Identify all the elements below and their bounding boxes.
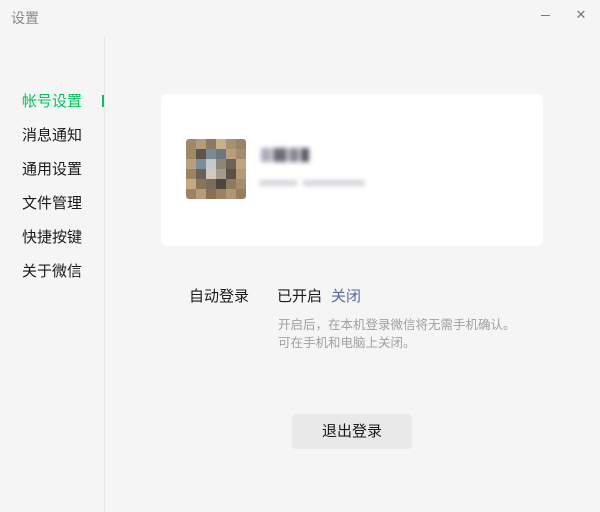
- description-line-2: 可在手机和电脑上关闭。: [278, 335, 416, 350]
- auto-login-description: 开启后，在本机登录微信将无需手机确认。 可在手机和电脑上关闭。: [278, 316, 578, 352]
- sidebar-item-file-management[interactable]: 文件管理: [22, 191, 102, 215]
- title-bar: 设置 ✕: [0, 0, 600, 36]
- sidebar-item-account-settings[interactable]: 帐号设置: [22, 89, 102, 113]
- sidebar-item-about[interactable]: 关于微信: [22, 259, 102, 283]
- sidebar-item-general-settings[interactable]: 通用设置: [22, 157, 102, 181]
- auto-login-status: 已开启: [277, 287, 323, 305]
- logout-button[interactable]: 退出登录: [292, 414, 412, 449]
- account-card: [161, 94, 543, 246]
- sidebar-item-notifications[interactable]: 消息通知: [22, 123, 102, 147]
- auto-login-disable-link[interactable]: 关闭: [331, 285, 361, 306]
- auto-login-label: 自动登录: [189, 287, 250, 305]
- close-button[interactable]: ✕: [569, 5, 593, 25]
- window-title: 设置: [11, 11, 39, 27]
- sidebar-item-shortcuts[interactable]: 快捷按键: [22, 225, 102, 249]
- active-indicator: [102, 95, 104, 107]
- avatar[interactable]: [186, 139, 246, 199]
- minimize-button[interactable]: [533, 5, 557, 25]
- wechat-id-redacted: [259, 178, 365, 188]
- settings-sidebar: 帐号设置 消息通知 通用设置 文件管理 快捷按键 关于微信: [0, 36, 105, 512]
- nickname-redacted: [261, 146, 309, 164]
- close-icon: ✕: [575, 7, 587, 23]
- description-line-1: 开启后，在本机登录微信将无需手机确认。: [278, 317, 516, 332]
- minimize-icon: [540, 14, 550, 16]
